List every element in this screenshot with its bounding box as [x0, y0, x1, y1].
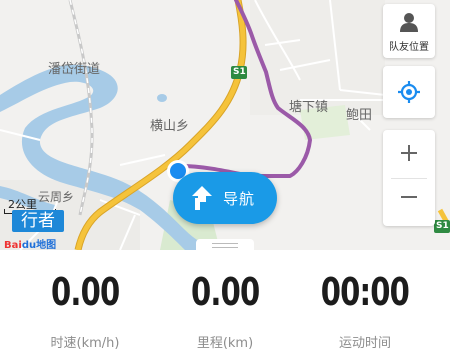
road-label-s1: S1: [233, 67, 246, 77]
distance-value: 0.00: [190, 270, 260, 314]
stats-panel: 0.00 时速(km/h) 0.00 里程(km) 00:00 运动时间: [0, 250, 450, 351]
minus-icon: [401, 196, 417, 198]
place-label: 横山乡: [150, 119, 190, 134]
zoom-in-button[interactable]: [383, 130, 435, 177]
map-view[interactable]: S1 S1 潘岱街道 横山乡 塘下镇 鲍田 云周乡 2公里 行者 Baidu地图…: [0, 0, 450, 250]
stat-duration: 00:00 运动时间: [290, 270, 440, 351]
teammate-location-button[interactable]: 队友位置: [383, 4, 435, 58]
person-icon: [400, 13, 418, 32]
locate-button[interactable]: [383, 66, 435, 118]
duration-value: 00:00: [320, 270, 410, 314]
navigate-button[interactable]: 导航: [173, 172, 277, 224]
locate-icon: [398, 81, 420, 103]
place-label: 塘下镇: [289, 100, 329, 115]
teammate-location-label: 队友位置: [389, 42, 429, 53]
turn-arrow-icon: [192, 186, 212, 210]
zoom-control: [383, 130, 435, 226]
baidu-map-logo: Baidu地图: [4, 240, 57, 250]
place-label: 潘岱街道: [48, 62, 101, 77]
road-label-s1-b: S1: [436, 221, 449, 231]
speed-value: 0.00: [50, 270, 120, 314]
panel-drag-handle[interactable]: [196, 239, 254, 250]
place-label: 云周乡: [38, 190, 75, 204]
plus-icon: [401, 145, 417, 161]
zoom-out-button[interactable]: [383, 179, 435, 226]
stat-speed: 0.00 时速(km/h): [10, 270, 160, 351]
stat-distance: 0.00 里程(km): [150, 270, 300, 351]
navigate-label: 导航: [223, 190, 256, 208]
place-label: 鲍田: [346, 108, 373, 123]
app-logo: 行者: [12, 210, 64, 232]
